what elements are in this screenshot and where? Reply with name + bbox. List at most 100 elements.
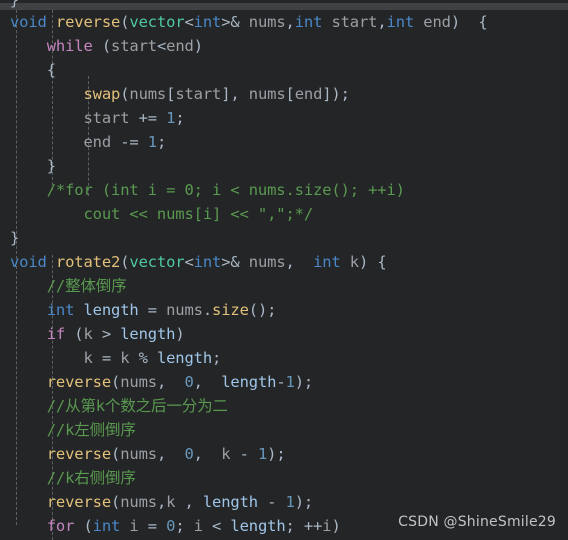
code-line[interactable]: //从第k个数之后一分为二 <box>0 394 568 418</box>
code-token: ; <box>156 133 167 151</box>
code-token: k <box>120 349 130 367</box>
code-token: start <box>331 13 378 31</box>
code-line[interactable]: k = k % length; <box>0 346 568 370</box>
code-line[interactable]: if (k > length) <box>0 322 568 346</box>
code-line[interactable]: //整体倒序 <box>0 274 568 298</box>
code-line[interactable]: /*for (int i = 0; i < nums.size(); ++i) <box>0 178 568 202</box>
code-token: int <box>46 301 75 319</box>
code-line[interactable]: void rotate2(vector<int>& nums, int k) { <box>0 250 568 274</box>
code-token: - <box>276 373 286 391</box>
clipped-code-fragment: } <box>10 0 20 9</box>
code-token: i <box>193 517 203 535</box>
code-token: length <box>156 349 213 367</box>
code-line[interactable]: { <box>0 58 568 82</box>
code-line[interactable]: end -= 1; <box>0 130 568 154</box>
code-token: nums <box>248 253 286 271</box>
code-token: end <box>83 133 112 151</box>
code-token: , <box>156 445 185 463</box>
code-line[interactable]: reverse(nums, 0, length-1); <box>0 370 568 394</box>
code-token: nums <box>129 85 167 103</box>
code-token: ( <box>111 373 121 391</box>
code-token: /*for (int i = 0; i < nums.size(); ++i) <box>46 181 405 199</box>
code-token: //k右侧倒序 <box>46 469 136 487</box>
code-token: % <box>129 349 157 367</box>
code-token: length <box>83 301 139 319</box>
code-line[interactable]: cout << nums[i] << ",";*/ <box>0 202 568 226</box>
code-line[interactable]: while (start<end) <box>0 34 568 58</box>
code-token: -= <box>120 133 139 151</box>
code-line[interactable]: reverse(nums,k , length - 1); <box>0 490 568 514</box>
code-line[interactable]: //k右侧倒序 <box>0 466 568 490</box>
code-line[interactable]: swap(nums[start], nums[end]); <box>0 82 568 106</box>
code-token: , <box>156 373 185 391</box>
code-token: 1 <box>257 445 268 463</box>
code-token: 1 <box>166 109 176 127</box>
code-token: ) { <box>358 253 387 271</box>
code-token: //k左侧倒序 <box>46 421 136 439</box>
code-token: size <box>212 301 249 319</box>
code-token: ) <box>175 325 185 343</box>
code-token: = <box>92 349 121 367</box>
code-token: { <box>46 61 56 79</box>
code-token: nums <box>120 493 157 511</box>
code-token: reverse <box>55 13 121 31</box>
code-token: { <box>460 13 488 31</box>
code-token: ; ++ <box>285 517 323 535</box>
code-token: swap <box>83 85 121 103</box>
code-token: ( <box>101 37 112 55</box>
code-line[interactable]: reverse(nums, 0, k - 1); <box>0 442 568 466</box>
code-token: += <box>138 109 158 127</box>
code-area[interactable]: void reverse(vector<int>& nums,int start… <box>0 10 568 540</box>
csdn-watermark: CSDN @ShineSmile29 <box>398 514 556 530</box>
code-token: ]); <box>322 85 350 103</box>
code-token: ) <box>450 13 461 31</box>
code-token: ) <box>193 37 203 55</box>
code-token: int <box>313 253 341 271</box>
code-token: 0 <box>166 517 176 535</box>
code-token: while <box>46 37 93 55</box>
code-line[interactable]: } <box>0 154 568 178</box>
code-token: ; <box>175 109 185 127</box>
code-token: i <box>129 517 139 535</box>
code-token: for <box>46 517 75 535</box>
code-token: //整体倒序 <box>46 277 127 295</box>
code-token: end <box>294 85 323 103</box>
code-token: ( <box>83 517 93 535</box>
code-token: [ <box>285 85 295 103</box>
code-line[interactable]: void reverse(vector<int>& nums,int start… <box>0 10 568 34</box>
code-token: ); <box>267 445 286 463</box>
code-token: start <box>83 109 130 127</box>
code-token: , <box>193 373 222 391</box>
code-token: , <box>175 493 203 511</box>
code-token: ( <box>120 13 130 31</box>
code-token: , <box>285 253 314 271</box>
code-token: ( <box>111 493 121 511</box>
code-token: 1 <box>285 373 295 391</box>
code-token: , <box>377 13 387 31</box>
code-line[interactable]: int length = nums.size(); <box>0 298 568 322</box>
code-token: ; <box>175 517 194 535</box>
code-token: . <box>202 301 213 319</box>
code-token: int <box>294 13 323 31</box>
code-token: if <box>46 325 66 343</box>
code-line[interactable]: start += 1; <box>0 106 568 130</box>
code-token: nums <box>166 301 203 319</box>
code-line[interactable]: } <box>0 226 568 250</box>
code-line[interactable]: //k左侧倒序 <box>0 418 568 442</box>
